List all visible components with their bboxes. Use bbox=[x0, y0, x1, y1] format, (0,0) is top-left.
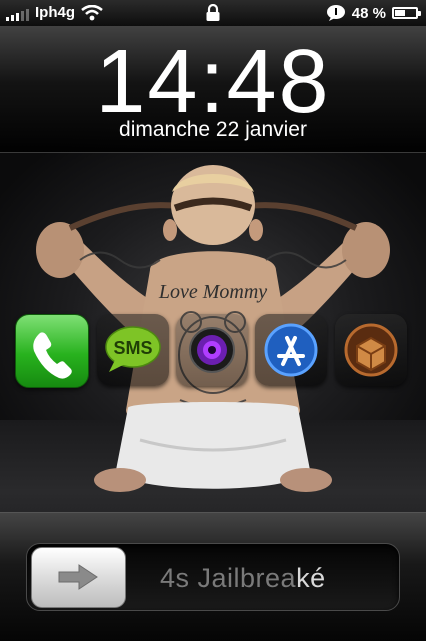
unlock-label-highlight: ké bbox=[296, 563, 326, 593]
battery-icon bbox=[392, 7, 421, 19]
arrow-right-icon bbox=[58, 564, 98, 590]
unlock-slider-label: 4s Jailbreaké bbox=[160, 563, 326, 594]
unlock-slider-knob[interactable] bbox=[31, 547, 126, 608]
clock-panel: 14:48 dimanche 22 janvier bbox=[0, 26, 426, 153]
cydia-icon[interactable] bbox=[335, 314, 407, 386]
status-right: 48 % bbox=[326, 4, 421, 22]
app-store-icon[interactable] bbox=[255, 314, 327, 386]
lockscreen-app-icons: SMS bbox=[0, 312, 426, 388]
lock-screen-time: 14:48 bbox=[95, 32, 331, 132]
wifi-icon bbox=[81, 5, 103, 21]
status-bar: Iph4g 48 % bbox=[0, 0, 426, 26]
lock-screen-date: dimanche 22 janvier bbox=[119, 118, 307, 141]
sms-icon[interactable]: SMS bbox=[97, 314, 169, 386]
unlock-label-dim: 4s Jailbrea bbox=[160, 563, 297, 593]
phone-icon[interactable] bbox=[15, 314, 89, 388]
lock-status-icon bbox=[205, 3, 221, 26]
notification-bubble-icon bbox=[326, 5, 345, 21]
battery-percent: 48 % bbox=[351, 4, 386, 22]
unlock-slider-panel: 4s Jailbreaké bbox=[0, 512, 426, 641]
camera-icon[interactable] bbox=[176, 314, 248, 386]
carrier-name: Iph4g bbox=[35, 4, 75, 21]
signal-strength-icon bbox=[6, 7, 29, 21]
sms-icon-label: SMS bbox=[113, 338, 152, 358]
status-left: Iph4g bbox=[6, 4, 103, 21]
wallpaper-tattoo-text: Love Mommy bbox=[158, 281, 267, 303]
battery-level-fill bbox=[395, 10, 405, 16]
